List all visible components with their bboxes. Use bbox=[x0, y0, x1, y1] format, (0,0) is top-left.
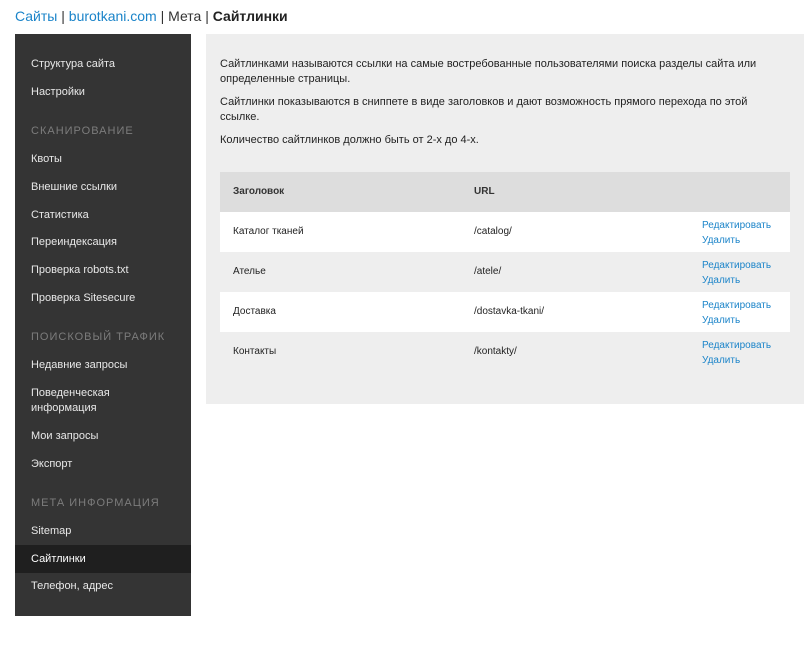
edit-link[interactable]: Редактировать bbox=[702, 218, 771, 233]
edit-link[interactable]: Редактировать bbox=[702, 338, 771, 353]
sidebar-item-sitelinks[interactable]: Сайтлинки bbox=[15, 545, 191, 573]
breadcrumb-separator: | bbox=[205, 8, 209, 24]
delete-link[interactable]: Удалить bbox=[702, 313, 771, 328]
sidebar-item-sitesecure-check[interactable]: Проверка Sitesecure bbox=[15, 291, 191, 306]
sidebar-item-behavioral-info[interactable]: Поведенческая информация bbox=[15, 386, 191, 416]
sidebar-section-search-traffic: Поисковый трафик bbox=[31, 331, 166, 343]
breadcrumb-site-link[interactable]: burotkani.com bbox=[69, 8, 157, 24]
sidebar-item-reindexing[interactable]: Переиндексация bbox=[15, 235, 191, 250]
breadcrumb-separator: | bbox=[61, 8, 65, 24]
sidebar-item-sitemap[interactable]: Sitemap bbox=[15, 524, 191, 539]
sidebar-section-scanning: Сканирование bbox=[31, 125, 134, 137]
breadcrumb-section: Мета bbox=[168, 8, 202, 24]
sidebar-item-site-structure[interactable]: Структура сайта bbox=[15, 57, 191, 72]
sidebar-section-meta-info: Мета информация bbox=[31, 497, 160, 509]
table-row: Доставка /dostavka-tkani/ Редактировать … bbox=[220, 292, 790, 332]
sitelink-title: Доставка bbox=[233, 306, 276, 317]
sitelink-url: /catalog/ bbox=[474, 226, 512, 237]
row-actions: Редактировать Удалить bbox=[702, 298, 771, 328]
table-row: Каталог тканей /catalog/ Редактировать У… bbox=[220, 212, 790, 252]
sidebar-item-export[interactable]: Экспорт bbox=[15, 457, 191, 472]
sitelink-url: /atele/ bbox=[474, 266, 502, 277]
page-title: Сайтлинки bbox=[212, 8, 288, 24]
description-paragraph: Сайтлинки показываются в сниппете в виде… bbox=[220, 96, 748, 123]
row-actions: Редактировать Удалить bbox=[702, 218, 771, 248]
breadcrumb-sites-link[interactable]: Сайты bbox=[15, 8, 57, 24]
main-content: Сайтлинками называются ссылки на самые в… bbox=[206, 34, 804, 404]
row-actions: Редактировать Удалить bbox=[702, 258, 771, 288]
table-header: Заголовок URL bbox=[220, 172, 790, 212]
sitelinks-table: Заголовок URL Каталог тканей /catalog/ Р… bbox=[220, 172, 790, 372]
breadcrumb-separator: | bbox=[160, 8, 165, 24]
column-header-title: Заголовок bbox=[233, 186, 285, 197]
delete-link[interactable]: Удалить bbox=[702, 233, 771, 248]
sitelink-url: /kontakty/ bbox=[474, 346, 517, 357]
edit-link[interactable]: Редактировать bbox=[702, 258, 771, 273]
delete-link[interactable]: Удалить bbox=[702, 353, 771, 368]
sidebar-item-robots-check[interactable]: Проверка robots.txt bbox=[15, 263, 191, 278]
sidebar-item-settings[interactable]: Настройки bbox=[15, 85, 191, 100]
sidebar-item-external-links[interactable]: Внешние ссылки bbox=[15, 180, 191, 195]
sidebar-item-recent-queries[interactable]: Недавние запросы bbox=[15, 358, 191, 373]
row-actions: Редактировать Удалить bbox=[702, 338, 771, 368]
sitelink-title: Контакты bbox=[233, 346, 277, 357]
sidebar-item-my-queries[interactable]: Мои запросы bbox=[15, 429, 191, 444]
sidebar: Структура сайта Настройки Сканирование К… bbox=[15, 34, 191, 616]
description-paragraph: Сайтлинками называются ссылки на самые в… bbox=[220, 58, 757, 85]
sitelink-url: /dostavka-tkani/ bbox=[474, 306, 545, 317]
description-paragraph: Количество сайтлинков должно быть от 2-х… bbox=[220, 134, 479, 146]
breadcrumb: Сайты | burotkani.com | Мета | Сайтлинки bbox=[15, 8, 288, 24]
edit-link[interactable]: Редактировать bbox=[702, 298, 771, 313]
table-row: Ателье /atele/ Редактировать Удалить bbox=[220, 252, 790, 292]
delete-link[interactable]: Удалить bbox=[702, 273, 771, 288]
sitelink-title: Ателье bbox=[233, 266, 266, 277]
sidebar-item-quotas[interactable]: Квоты bbox=[15, 152, 191, 167]
sidebar-item-statistics[interactable]: Статистика bbox=[15, 208, 191, 223]
column-header-url: URL bbox=[474, 186, 495, 197]
sidebar-item-phone-address[interactable]: Телефон, адрес bbox=[15, 579, 191, 594]
sitelink-title: Каталог тканей bbox=[233, 226, 304, 237]
table-row: Контакты /kontakty/ Редактировать Удалит… bbox=[220, 332, 790, 372]
